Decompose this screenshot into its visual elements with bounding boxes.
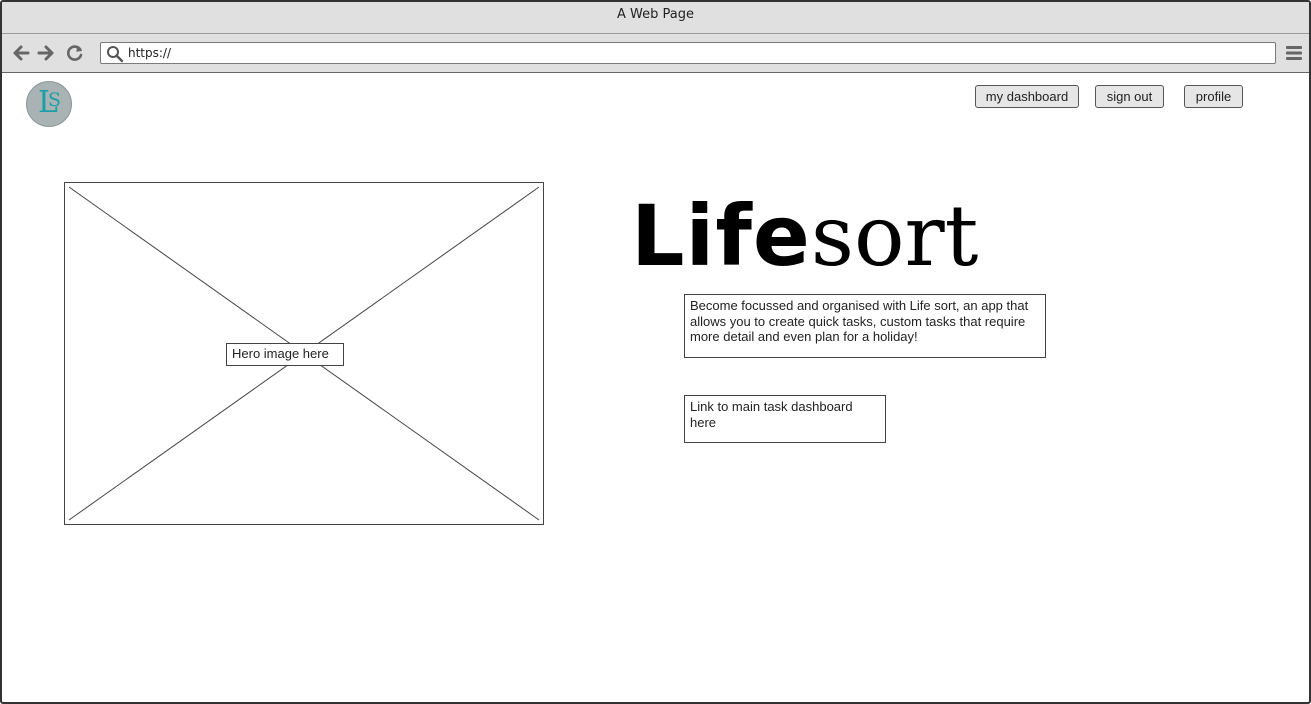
window-title: A Web Page <box>617 7 694 22</box>
brand-title-sort: sort <box>810 187 979 285</box>
window-titlebar: A Web Page <box>2 2 1309 34</box>
arrow-right-icon[interactable] <box>35 42 57 64</box>
url-text[interactable]: https:// <box>128 46 171 60</box>
site-logo[interactable]: L S <box>26 81 72 127</box>
hero-image-label: Hero image here <box>226 343 344 366</box>
logo-letter-s: S <box>48 89 62 111</box>
brand-title-life: Life <box>631 187 811 285</box>
browser-window: A Web Page https:// L S my dashboard sig… <box>0 0 1311 704</box>
reload-icon[interactable] <box>64 42 86 64</box>
dashboard-link[interactable]: Link to main task dashboard here <box>684 395 886 443</box>
browser-toolbar: https:// <box>2 34 1309 73</box>
my-dashboard-button[interactable]: my dashboard <box>975 85 1079 108</box>
address-bar[interactable]: https:// <box>100 42 1276 64</box>
hero-image-placeholder: Hero image here <box>64 182 544 525</box>
hamburger-menu-icon[interactable] <box>1285 44 1303 62</box>
profile-button[interactable]: profile <box>1184 85 1243 108</box>
sign-out-button[interactable]: sign out <box>1095 85 1164 108</box>
app-description: Become focussed and organised with Life … <box>684 294 1046 358</box>
arrow-left-icon[interactable] <box>10 42 32 64</box>
brand-title: Lifesort <box>631 187 978 285</box>
search-icon <box>106 45 124 63</box>
